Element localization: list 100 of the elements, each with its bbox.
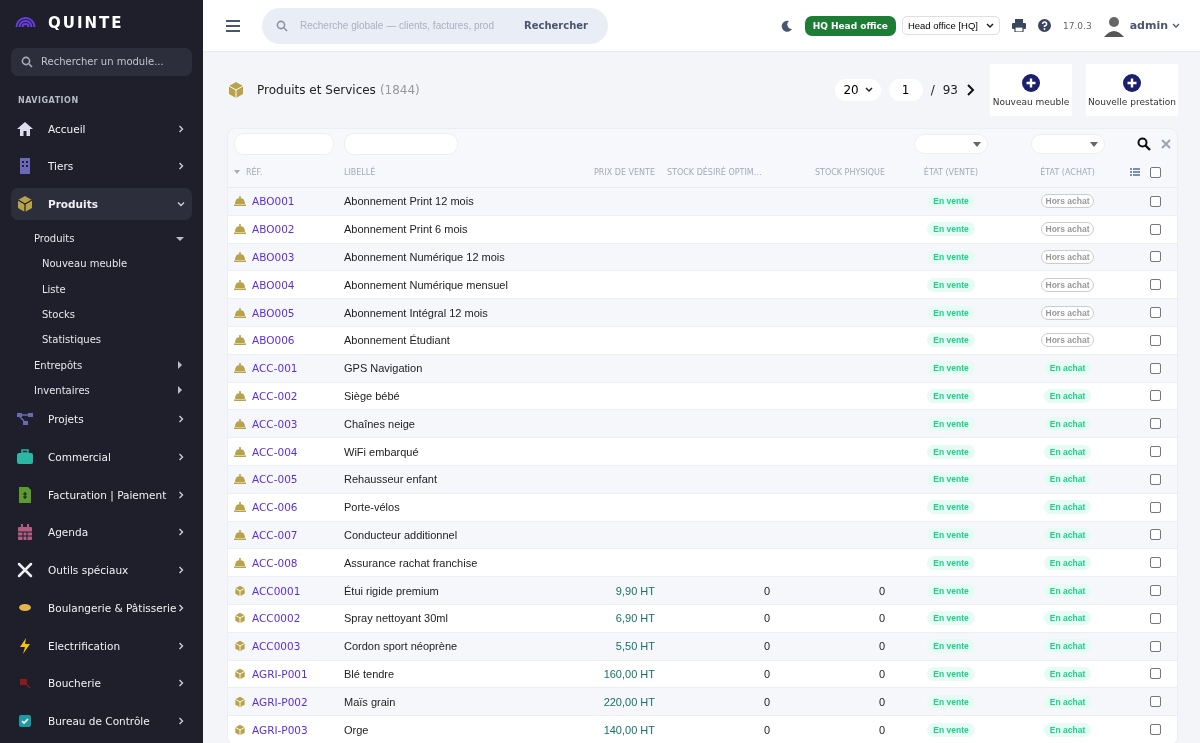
product-ref-link[interactable]: ACC-001 bbox=[252, 362, 298, 375]
row-checkbox[interactable] bbox=[1150, 668, 1161, 680]
row-checkbox[interactable] bbox=[1150, 362, 1161, 374]
nav-item[interactable]: Facturation | Paiement bbox=[11, 478, 192, 511]
list-icon[interactable] bbox=[1130, 168, 1140, 176]
product-ref-link[interactable]: ABO004 bbox=[252, 278, 295, 291]
avatar-icon[interactable] bbox=[1103, 14, 1124, 37]
sale-status-tag: En vente bbox=[927, 388, 975, 403]
product-ref-link[interactable]: ACC-004 bbox=[252, 445, 298, 458]
global-search-field[interactable]: Recherche globale — clients, factures, prod Rechercher bbox=[262, 7, 608, 44]
submenu-item[interactable]: Entrepôts bbox=[11, 352, 192, 378]
product-ref-link[interactable]: ABO005 bbox=[252, 306, 295, 319]
sale-status-tag: En vente bbox=[927, 639, 975, 654]
entity-select[interactable]: Head office [HQ] bbox=[901, 16, 1000, 35]
purchase-status-tag: En achat bbox=[1043, 555, 1092, 570]
new-item-button[interactable]: Nouvelle prestation bbox=[1086, 64, 1178, 116]
nav-item[interactable]: Agenda bbox=[11, 516, 192, 549]
printer-icon[interactable] bbox=[1012, 19, 1026, 32]
row-checkbox[interactable] bbox=[1150, 585, 1161, 597]
product-label: Siège bébé bbox=[344, 389, 400, 402]
nav-item[interactable]: Projets bbox=[11, 403, 192, 435]
row-checkbox[interactable] bbox=[1150, 446, 1161, 458]
product-ref-link[interactable]: ACC-002 bbox=[252, 389, 298, 402]
module-search-field[interactable]: Rechercher un module... bbox=[11, 47, 192, 76]
product-ref-link[interactable]: ACC0001 bbox=[252, 584, 301, 597]
row-checkbox[interactable] bbox=[1150, 529, 1161, 541]
sale-status-tag: En vente bbox=[927, 722, 975, 737]
purchase-status-tag: En achat bbox=[1043, 583, 1092, 598]
row-checkbox[interactable] bbox=[1150, 279, 1161, 291]
close-icon[interactable] bbox=[1161, 139, 1171, 149]
page-number-field[interactable]: 1 bbox=[888, 79, 923, 101]
box-icon bbox=[16, 195, 34, 214]
next-page-icon[interactable] bbox=[966, 84, 976, 96]
product-ref-link[interactable]: ABO002 bbox=[252, 223, 295, 236]
submenu-item[interactable]: Inventaires bbox=[11, 377, 192, 404]
row-checkbox[interactable] bbox=[1150, 557, 1161, 569]
moon-icon[interactable] bbox=[780, 19, 793, 32]
row-checkbox[interactable] bbox=[1150, 251, 1161, 263]
sale-status-tag: En vente bbox=[927, 694, 975, 709]
bread-icon bbox=[19, 604, 31, 612]
row-checkbox[interactable] bbox=[1150, 223, 1161, 235]
product-ref-link[interactable]: ACC0003 bbox=[252, 640, 301, 653]
select-all-checkbox[interactable] bbox=[1150, 166, 1161, 178]
user-menu[interactable]: admin bbox=[1129, 19, 1180, 32]
row-checkbox[interactable] bbox=[1150, 390, 1161, 402]
nav-item[interactable]: Tiers bbox=[11, 150, 192, 183]
product-ref-link[interactable]: ACC-007 bbox=[252, 528, 298, 541]
submenu-link[interactable]: Stocks bbox=[11, 301, 192, 328]
product-ref-link[interactable]: ACC-005 bbox=[252, 473, 298, 486]
purchase-status-tag: En achat bbox=[1043, 500, 1092, 515]
box-icon bbox=[234, 612, 246, 625]
product-ref-link[interactable]: ABO006 bbox=[252, 334, 295, 347]
service-bell-icon bbox=[234, 557, 246, 568]
row-checkbox[interactable] bbox=[1150, 501, 1161, 513]
page-size-select[interactable]: 20 bbox=[835, 79, 881, 101]
row-checkbox[interactable] bbox=[1150, 334, 1161, 346]
row-checkbox[interactable] bbox=[1150, 612, 1161, 624]
nav-item[interactable]: Electrification bbox=[11, 629, 192, 662]
purchase-status-tag: Hors achat bbox=[1040, 277, 1095, 292]
submenu-item[interactable]: Produits bbox=[11, 225, 192, 252]
product-ref-link[interactable]: ACC-003 bbox=[252, 417, 298, 430]
product-ref-link[interactable]: ACC0002 bbox=[252, 612, 301, 625]
row-checkbox[interactable] bbox=[1150, 696, 1161, 708]
submenu-link[interactable]: Statistiques bbox=[11, 327, 192, 353]
row-checkbox[interactable] bbox=[1150, 473, 1161, 485]
nav-item[interactable]: Accueil bbox=[11, 112, 192, 145]
product-ref-link[interactable]: AGRI-P001 bbox=[252, 667, 308, 680]
product-ref-link[interactable]: ACC-006 bbox=[252, 501, 298, 514]
help-icon[interactable] bbox=[1038, 19, 1051, 32]
product-ref-link[interactable]: AGRI-P003 bbox=[252, 723, 308, 736]
row-checkbox[interactable] bbox=[1150, 640, 1161, 652]
product-label: Rehausseur enfant bbox=[344, 473, 437, 486]
submenu-link[interactable]: Liste bbox=[11, 276, 192, 302]
row-checkbox[interactable] bbox=[1150, 724, 1161, 736]
row-checkbox[interactable] bbox=[1150, 307, 1161, 319]
search-icon[interactable] bbox=[1137, 137, 1151, 151]
product-label: Abonnement Étudiant bbox=[344, 334, 450, 347]
sale-status-tag: En vente bbox=[927, 333, 975, 348]
nav-item[interactable]: Boucherie bbox=[11, 667, 192, 700]
submenu-link[interactable]: Nouveau meuble bbox=[11, 251, 192, 277]
product-ref-link[interactable]: AGRI-P002 bbox=[252, 695, 308, 708]
nav-item[interactable]: Bureau de Contrôle bbox=[11, 705, 192, 738]
page-separator: / bbox=[930, 83, 935, 97]
product-label: Cordon sport néoprène bbox=[344, 640, 458, 653]
menu-icon[interactable] bbox=[226, 19, 240, 32]
search-icon bbox=[276, 19, 288, 32]
nav-item[interactable]: Produits bbox=[11, 188, 192, 220]
nav-item[interactable]: Commercial bbox=[11, 440, 192, 473]
new-item-button[interactable]: Nouveau meuble bbox=[990, 64, 1072, 116]
chevron-icon bbox=[177, 641, 185, 650]
purchase-status-tag: En achat bbox=[1043, 611, 1092, 626]
product-ref-link[interactable]: ABO001 bbox=[252, 195, 295, 208]
product-ref-link[interactable]: ABO003 bbox=[252, 251, 295, 263]
row-checkbox[interactable] bbox=[1150, 195, 1161, 207]
nav-item[interactable]: Boulangerie & Pâtisserie bbox=[11, 591, 192, 624]
box-icon bbox=[234, 695, 246, 708]
search-button[interactable]: Rechercher bbox=[518, 20, 594, 31]
row-checkbox[interactable] bbox=[1150, 418, 1161, 430]
nav-item[interactable]: Outils spéciaux bbox=[11, 554, 192, 586]
product-ref-link[interactable]: ACC-008 bbox=[252, 556, 298, 569]
